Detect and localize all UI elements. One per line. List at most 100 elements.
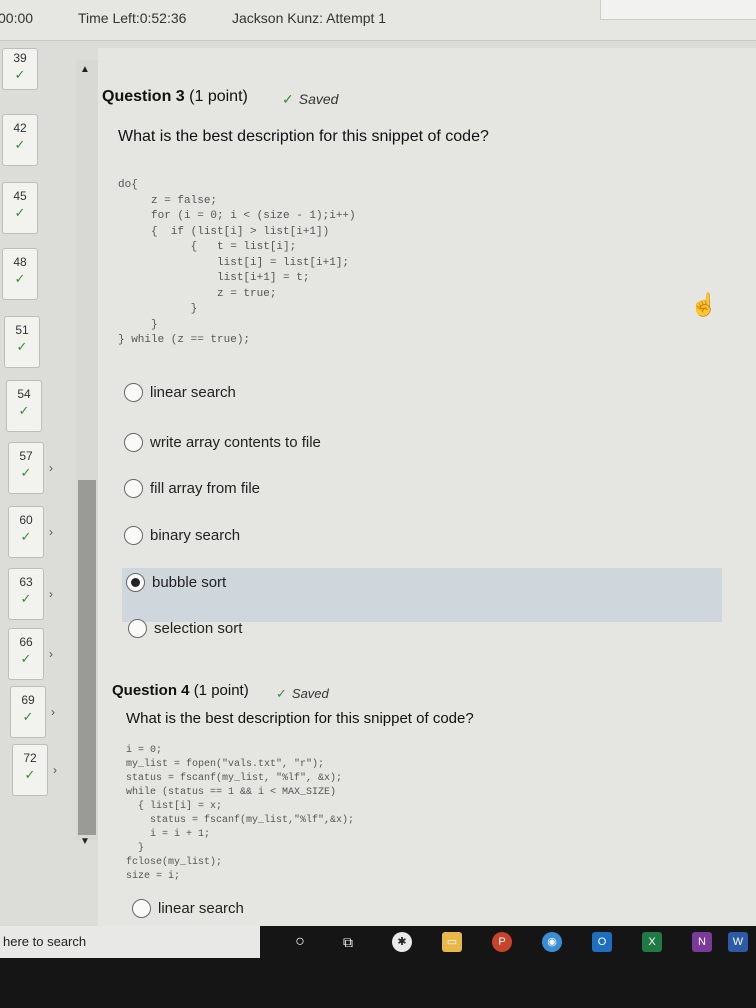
nav-number: 51: [15, 323, 29, 337]
nav-question-48[interactable]: 48 ✓: [2, 248, 38, 300]
time-left: Time Left:0:52:36: [78, 10, 187, 26]
check-icon: ✓: [20, 465, 32, 480]
radio-button[interactable]: [128, 618, 147, 638]
check-icon: ✓: [20, 529, 32, 544]
question-number: Question 4: [112, 682, 190, 699]
chevron-right-icon: ›: [53, 763, 57, 777]
nav-question-51[interactable]: 51 ✓: [4, 316, 40, 368]
saved-status: ✓ Saved: [282, 91, 338, 108]
question-4-code: i = 0; my_list = fopen("vals.txt", "r");…: [126, 745, 355, 882]
nav-number: 48: [13, 255, 27, 269]
nav-number: 39: [13, 51, 27, 65]
q3-option-selection-sort[interactable]: selection sort: [128, 616, 242, 642]
question-points: (1 point): [189, 88, 248, 105]
nav-number: 72: [23, 751, 37, 765]
check-icon: ✓: [22, 709, 34, 724]
task-view-icon[interactable]: ⧉: [338, 932, 358, 952]
chevron-right-icon: ›: [49, 525, 53, 539]
attempt-label: Jackson Kunz: Attempt 1: [232, 10, 387, 26]
check-icon: ✓: [20, 591, 32, 606]
saved-status: ✓ Saved: [276, 686, 329, 702]
radio-button-selected[interactable]: [126, 572, 145, 592]
chrome-icon[interactable]: ◉: [542, 932, 562, 952]
nav-number: 69: [21, 693, 35, 707]
scroll-down-icon[interactable]: ▼: [80, 836, 90, 847]
taskbar-search[interactable]: here to search: [0, 926, 260, 958]
check-icon: ✓: [14, 271, 26, 286]
nav-question-42[interactable]: 42 ✓: [2, 114, 38, 166]
slack-icon[interactable]: ✱: [392, 932, 412, 952]
nav-number: 66: [19, 635, 33, 649]
option-label: linear search: [158, 900, 244, 917]
chevron-right-icon: ›: [49, 461, 53, 475]
option-label: binary search: [150, 527, 241, 544]
header-divider: [0, 40, 756, 41]
saved-label: Saved: [298, 91, 339, 107]
option-label: write array contents to file: [150, 434, 321, 451]
question-4-prompt: What is the best description for this sn…: [126, 710, 474, 727]
nav-number: 60: [19, 513, 33, 527]
word-icon[interactable]: W: [728, 932, 748, 952]
q3-option-fill-array[interactable]: fill array from file: [124, 476, 260, 502]
file-explorer-icon[interactable]: ▭: [442, 932, 462, 952]
nav-question-54[interactable]: 54 ✓: [6, 380, 42, 432]
check-icon: ✓: [14, 67, 26, 82]
check-icon: ✓: [24, 767, 36, 782]
chevron-right-icon: ›: [51, 705, 55, 719]
header-box: [600, 0, 756, 20]
check-icon: ✓: [14, 205, 26, 220]
radio-button[interactable]: [124, 478, 143, 498]
onenote-icon[interactable]: N: [692, 932, 712, 952]
exam-header: 00:00 Time Left:0:52:36 Jackson Kunz: At…: [0, 0, 756, 40]
q3-option-linear-search[interactable]: linear search: [124, 380, 236, 406]
q3-option-write-array[interactable]: write array contents to file: [124, 430, 321, 456]
option-label: selection sort: [154, 620, 243, 637]
question-points: (1 point): [193, 682, 249, 699]
nav-number: 45: [13, 189, 27, 203]
nav-number: 54: [17, 387, 31, 401]
cortana-icon[interactable]: ○: [290, 932, 310, 952]
radio-button[interactable]: [124, 525, 143, 545]
search-placeholder: here to search: [3, 934, 87, 949]
question-4-title: Question 4 (1 point): [112, 682, 249, 699]
saved-label: Saved: [291, 686, 329, 701]
scrollbar-thumb[interactable]: [78, 480, 96, 835]
excel-icon[interactable]: X: [642, 932, 662, 952]
question-3-code: do{ z = false; for (i = 0; i < (size - 1…: [118, 179, 356, 346]
nav-question-66[interactable]: 66 ✓ ›: [8, 628, 53, 680]
check-icon: ✓: [14, 137, 26, 152]
radio-button[interactable]: [132, 898, 151, 918]
check-icon: ✓: [20, 651, 32, 666]
q3-option-binary-search[interactable]: binary search: [124, 523, 240, 549]
chevron-right-icon: ›: [49, 647, 53, 661]
option-label: fill array from file: [150, 480, 261, 497]
question-3-prompt: What is the best description for this sn…: [118, 128, 489, 145]
radio-button[interactable]: [124, 382, 143, 402]
nav-question-63[interactable]: 63 ✓ ›: [8, 568, 53, 620]
nav-number: 42: [13, 121, 27, 135]
nav-question-72[interactable]: 72 ✓ ›: [12, 744, 57, 796]
radio-button[interactable]: [124, 432, 143, 452]
question-3-title: Question 3 (1 point): [102, 88, 248, 106]
nav-number: 57: [19, 449, 33, 463]
nav-question-69[interactable]: 69 ✓ ›: [10, 686, 55, 738]
q3-option-bubble-sort[interactable]: bubble sort: [126, 570, 226, 596]
check-icon: ✓: [18, 403, 30, 418]
option-label: bubble sort: [152, 574, 227, 591]
powerpoint-icon[interactable]: P: [492, 932, 512, 952]
nav-question-57[interactable]: 57 ✓ ›: [8, 442, 53, 494]
nav-number: 63: [19, 575, 33, 589]
outlook-icon[interactable]: O: [592, 932, 612, 952]
q4-option-linear-search[interactable]: linear search: [132, 896, 244, 922]
nav-question-60[interactable]: 60 ✓ ›: [8, 506, 53, 558]
hand-cursor-icon: ☝: [690, 292, 718, 317]
nav-question-45[interactable]: 45 ✓: [2, 182, 38, 234]
nav-question-39[interactable]: 39 ✓: [2, 48, 38, 90]
check-icon: ✓: [16, 339, 28, 354]
check-icon: ✓: [276, 686, 287, 701]
question-navigator: 39 ✓ 42 ✓ 45 ✓ 48 ✓ 51 ✓ 54 ✓ 57 ✓ › 60 …: [0, 48, 57, 808]
chevron-right-icon: ›: [49, 587, 53, 601]
scroll-up-icon[interactable]: ▲: [80, 64, 90, 75]
check-icon: ✓: [282, 91, 294, 107]
option-label: linear search: [150, 384, 236, 401]
